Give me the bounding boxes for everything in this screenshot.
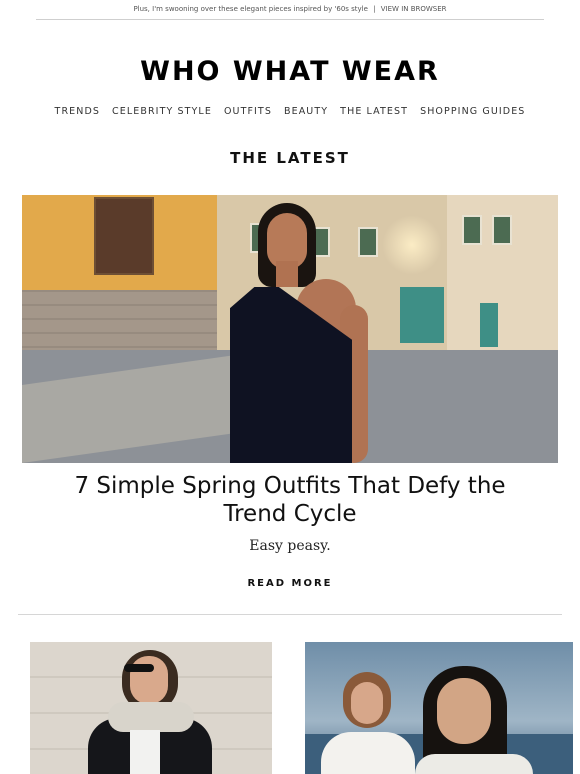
feature-hero-image[interactable] bbox=[22, 195, 558, 463]
thumb2-model2-face bbox=[437, 678, 491, 744]
top-divider bbox=[36, 19, 544, 20]
hero-door bbox=[480, 303, 498, 347]
nav-item-the-latest[interactable]: THE LATEST bbox=[340, 106, 408, 117]
feature-dek: Easy peasy. bbox=[249, 538, 331, 554]
thumb1-scarf bbox=[108, 702, 194, 732]
brand-logo[interactable]: WHO WHAT WEAR bbox=[0, 56, 580, 87]
hero-building-window bbox=[492, 215, 512, 245]
hero-building-window bbox=[462, 215, 482, 245]
email-page: Plus, I'm swooning over these elegant pi… bbox=[0, 0, 580, 774]
sunglasses-icon bbox=[124, 664, 154, 672]
view-in-browser-link[interactable]: VIEW IN BROWSER bbox=[381, 5, 447, 13]
story-thumbnail-2[interactable] bbox=[305, 642, 573, 774]
section-divider bbox=[18, 614, 562, 615]
hero-sunlight bbox=[382, 215, 442, 275]
thumb2-model1-shirt bbox=[321, 732, 415, 774]
hero-window bbox=[94, 197, 154, 275]
thumb2-model1-face bbox=[351, 682, 383, 724]
read-more-link[interactable]: READ MORE bbox=[0, 578, 580, 589]
thumb1-shirt bbox=[130, 730, 160, 774]
nav-item-celebrity-style[interactable]: CELEBRITY STYLE bbox=[112, 106, 212, 117]
nav-item-beauty[interactable]: BEAUTY bbox=[284, 106, 328, 117]
nav-item-outfits[interactable]: OUTFITS bbox=[224, 106, 272, 117]
hero-model-neck bbox=[276, 261, 298, 287]
section-title: THE LATEST bbox=[230, 149, 350, 167]
nav-item-shopping-guides[interactable]: SHOPPING GUIDES bbox=[420, 106, 525, 117]
nav-item-trends[interactable]: TRENDS bbox=[55, 106, 100, 117]
main-nav: TRENDS CELEBRITY STYLE OUTFITS BEAUTY TH… bbox=[0, 106, 580, 117]
preheader: Plus, I'm swooning over these elegant pi… bbox=[0, 5, 580, 13]
preheader-separator: | bbox=[373, 5, 376, 13]
hero-building-window bbox=[358, 227, 378, 257]
thumb2-model2-shirt bbox=[415, 754, 533, 774]
hero-shopfront bbox=[400, 287, 444, 343]
feature-headline[interactable]: 7 Simple Spring Outfits That Defy the Tr… bbox=[40, 472, 540, 528]
preheader-text: Plus, I'm swooning over these elegant pi… bbox=[133, 5, 368, 13]
story-thumbnail-1[interactable] bbox=[30, 642, 272, 774]
